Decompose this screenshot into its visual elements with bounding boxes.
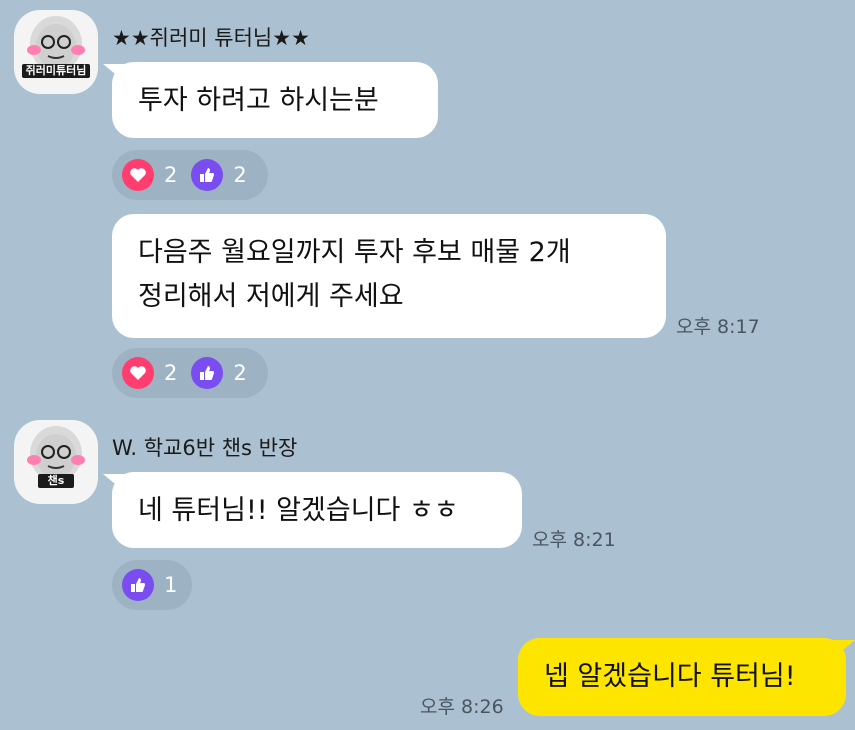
like-count: 2 [233, 361, 247, 385]
heart-count: 2 [164, 163, 178, 187]
like-reaction[interactable]: 2 [191, 357, 247, 389]
message-time: 오후 8:21 [532, 529, 616, 551]
sender-name: W. 학교6반 챈s 반장 [112, 436, 298, 460]
heart-icon [122, 159, 154, 191]
avatar-caption: 쥐러미튜터님 [22, 64, 90, 78]
like-count: 1 [164, 573, 178, 597]
message-line: 정리해서 저에게 주세요 [138, 281, 404, 312]
thumbs-up-icon [122, 569, 154, 601]
message-bubble[interactable]: 네 튜터님!! 알겠습니다 ㅎㅎ [112, 472, 522, 548]
avatar-student[interactable]: 챈s [14, 420, 98, 504]
message-text: 네 튜터님!! 알겠습니다 ㅎㅎ [138, 495, 459, 526]
message-text: 넵 알겠습니다 튜터님! [544, 661, 796, 692]
reaction-bar[interactable]: 2 2 [112, 348, 268, 398]
thumbs-up-icon [191, 159, 224, 191]
tutor-face-icon [27, 16, 85, 72]
message-text: 투자 하려고 하시는분 [138, 85, 379, 116]
heart-count: 2 [164, 361, 178, 385]
like-reaction[interactable]: 1 [122, 569, 177, 601]
message-time: 오후 8:17 [676, 316, 760, 338]
message-bubble[interactable]: 투자 하려고 하시는분 [112, 62, 438, 138]
heart-icon [122, 357, 154, 389]
message-time: 오후 8:26 [420, 696, 504, 718]
sender-name: ★★쥐러미 튜터님★★ [112, 26, 310, 50]
avatar-tutor[interactable]: 쥐러미튜터님 [14, 10, 98, 94]
message-line: 다음주 월요일까지 투자 후보 매물 2개 [138, 237, 571, 268]
thumbs-up-icon [191, 357, 224, 389]
heart-reaction[interactable]: 2 [122, 159, 177, 191]
avatar-caption: 챈s [38, 474, 74, 488]
like-reaction[interactable]: 2 [191, 159, 247, 191]
heart-reaction[interactable]: 2 [122, 357, 177, 389]
reaction-bar[interactable]: 1 [112, 560, 192, 610]
like-count: 2 [233, 163, 247, 187]
message-bubble[interactable]: 다음주 월요일까지 투자 후보 매물 2개 정리해서 저에게 주세요 [112, 214, 666, 338]
student-face-icon [27, 426, 85, 482]
reaction-bar[interactable]: 2 2 [112, 150, 268, 200]
my-message-bubble[interactable]: 넵 알겠습니다 튜터님! [518, 638, 846, 716]
